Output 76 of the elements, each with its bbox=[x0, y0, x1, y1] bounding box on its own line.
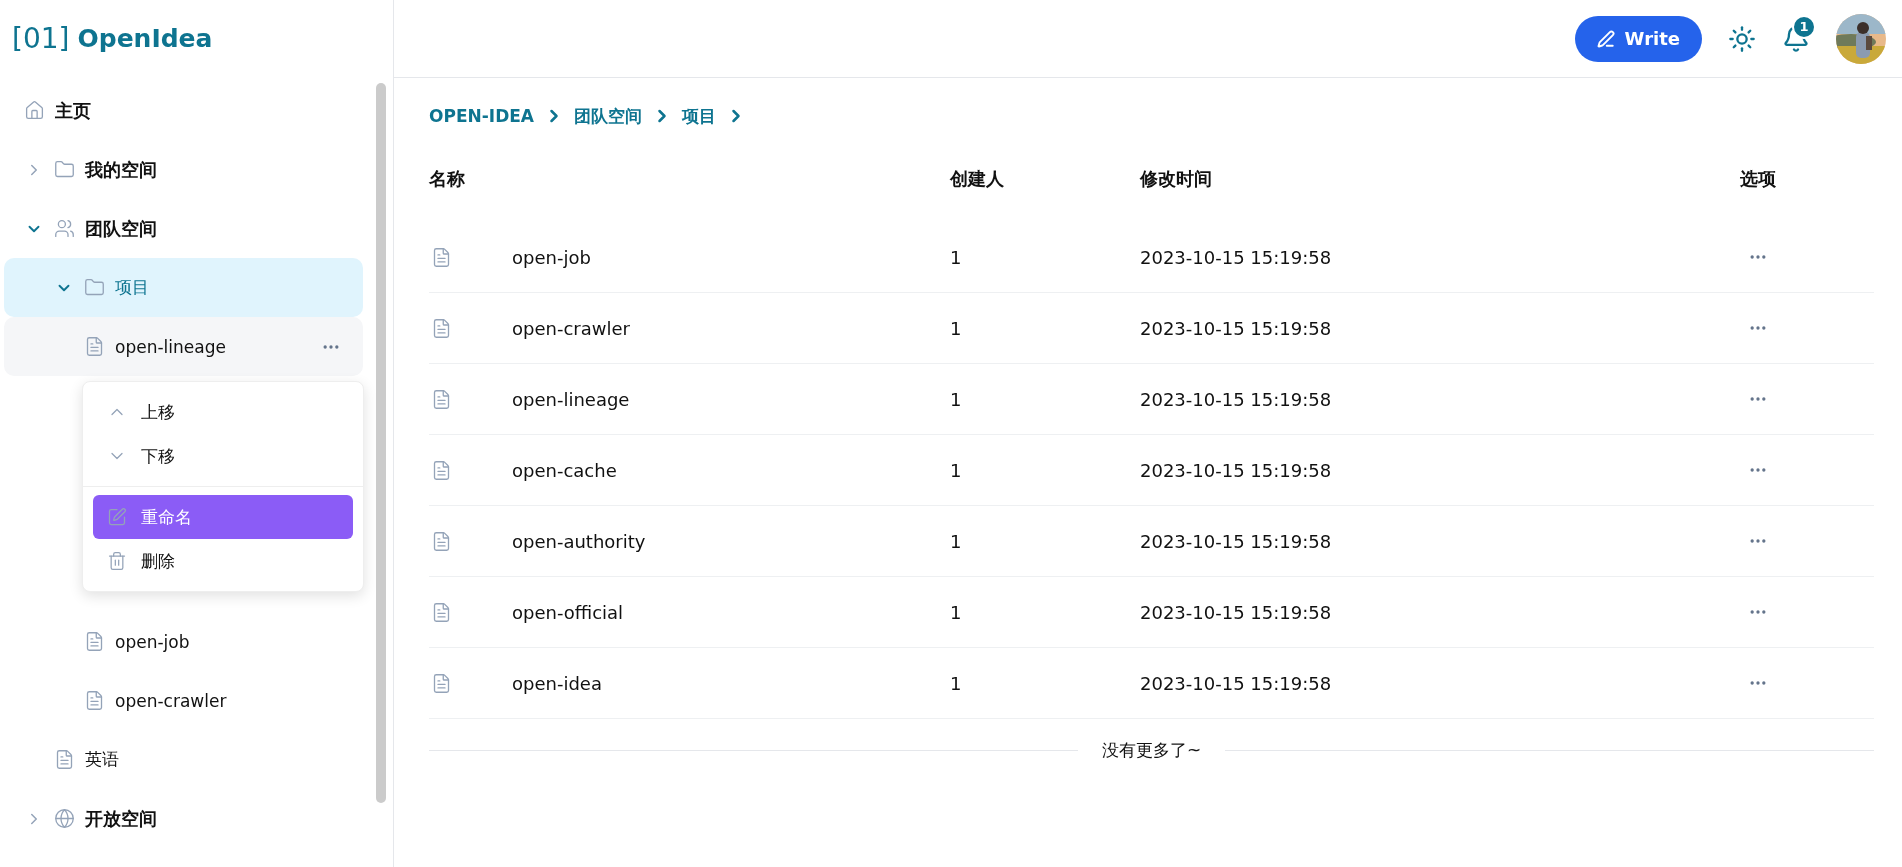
tree-item[interactable]: 我的空间 bbox=[4, 140, 363, 199]
table-cell[interactable]: open-authority bbox=[512, 530, 646, 552]
breadcrumb-link[interactable]: OPEN-IDEA bbox=[429, 106, 534, 126]
table-cell[interactable]: open-crawler bbox=[512, 317, 630, 339]
document-icon bbox=[431, 530, 452, 552]
tree-item[interactable]: 开放空间 bbox=[4, 789, 363, 848]
folder-icon bbox=[84, 277, 105, 298]
table-cell: 2023-10-15 15:19:58 bbox=[1140, 672, 1332, 694]
globe-icon bbox=[54, 808, 75, 829]
tree-item[interactable]: 英语 bbox=[4, 730, 363, 789]
tree-label: 我的空间 bbox=[85, 157, 157, 182]
table-cell: 2023-10-15 15:19:58 bbox=[1140, 388, 1332, 410]
tree-label: 开放空间 bbox=[85, 806, 157, 831]
logo[interactable]: [01] OpenIdea bbox=[0, 0, 393, 77]
edit-icon bbox=[107, 507, 127, 527]
document-icon bbox=[431, 388, 452, 410]
tree-item[interactable]: open-job bbox=[4, 612, 363, 671]
document-icon bbox=[84, 336, 105, 357]
table-cell: 1 bbox=[950, 530, 962, 552]
tree-label: 团队空间 bbox=[85, 216, 157, 241]
breadcrumb-link[interactable]: 团队空间 bbox=[574, 104, 642, 128]
document-icon bbox=[54, 749, 75, 770]
menu-item[interactable]: 删除 bbox=[93, 539, 353, 583]
document-icon bbox=[84, 690, 105, 711]
column-header: 名称 bbox=[429, 167, 465, 191]
home-icon bbox=[24, 100, 45, 121]
table-cell[interactable]: open-cache bbox=[512, 459, 617, 481]
users-icon bbox=[54, 218, 75, 239]
notification-badge: 1 bbox=[1792, 14, 1816, 39]
table-cell: 1 bbox=[950, 459, 962, 481]
table-cell: 2023-10-15 15:19:58 bbox=[1140, 530, 1332, 552]
table-cell: 2023-10-15 15:19:58 bbox=[1140, 317, 1332, 339]
column-header: 选项 bbox=[1740, 167, 1776, 191]
table-cell: 1 bbox=[950, 317, 962, 339]
document-icon bbox=[431, 459, 452, 481]
table-cell: 1 bbox=[950, 246, 962, 268]
scrollbar[interactable] bbox=[376, 83, 386, 803]
logo-prefix: [01] bbox=[12, 22, 70, 55]
folder-icon bbox=[54, 159, 75, 180]
document-icon bbox=[431, 317, 452, 339]
tree-item[interactable]: 主页 bbox=[4, 81, 363, 140]
logo-name: OpenIdea bbox=[77, 24, 213, 53]
table-cell: 1 bbox=[950, 388, 962, 410]
tree-label: 主页 bbox=[55, 98, 91, 123]
tree-item[interactable]: open-crawler bbox=[4, 671, 363, 730]
table-cell: 2023-10-15 15:19:58 bbox=[1140, 601, 1332, 623]
write-button[interactable]: Write bbox=[1574, 15, 1702, 62]
end-message: 没有更多了~ bbox=[1101, 739, 1202, 762]
table-cell[interactable]: open-job bbox=[512, 246, 591, 268]
menu-item[interactable]: 重命名 bbox=[93, 495, 353, 539]
tree-item[interactable]: 团队空间 bbox=[4, 199, 363, 258]
column-header: 创建人 bbox=[950, 167, 1004, 191]
trash-icon bbox=[107, 551, 127, 571]
sun-icon[interactable] bbox=[1728, 24, 1756, 53]
breadcrumb-link[interactable]: 项目 bbox=[682, 104, 716, 128]
tree-label: open-job bbox=[115, 631, 190, 652]
document-icon bbox=[431, 672, 452, 694]
tree-label: 项目 bbox=[115, 276, 149, 299]
table-cell[interactable]: open-idea bbox=[512, 672, 602, 694]
pen-icon bbox=[1596, 29, 1615, 48]
tree-label: open-crawler bbox=[115, 690, 227, 711]
document-icon bbox=[84, 631, 105, 652]
document-icon bbox=[431, 601, 452, 623]
table-cell: 1 bbox=[950, 672, 962, 694]
menu-item[interactable]: 下移 bbox=[93, 434, 353, 478]
tree-label: 英语 bbox=[85, 748, 119, 771]
table-cell[interactable]: open-lineage bbox=[512, 388, 630, 410]
menu-item[interactable]: 上移 bbox=[93, 390, 353, 434]
column-header: 修改时间 bbox=[1140, 167, 1212, 191]
table-cell[interactable]: open-official bbox=[512, 601, 624, 623]
tree-item[interactable]: 项目 bbox=[4, 258, 363, 317]
document-icon bbox=[431, 246, 452, 268]
table-cell: 2023-10-15 15:19:58 bbox=[1140, 459, 1332, 481]
table-cell: 2023-10-15 15:19:58 bbox=[1140, 246, 1332, 268]
tree-label: open-lineage bbox=[115, 336, 226, 357]
table-cell: 1 bbox=[950, 601, 962, 623]
